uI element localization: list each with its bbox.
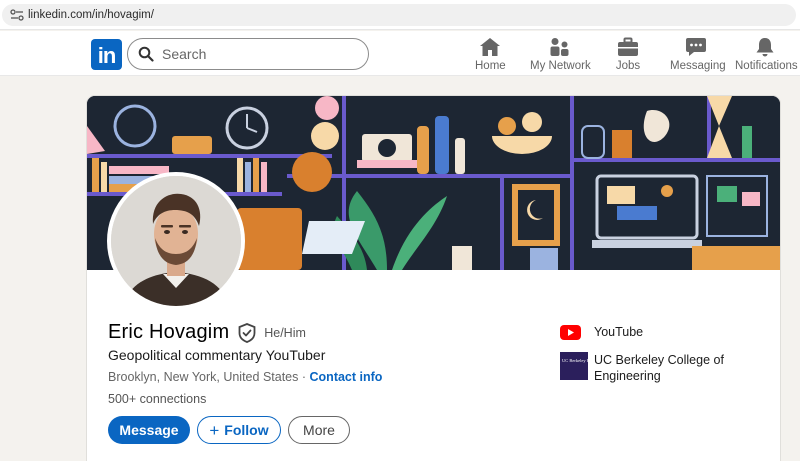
more-button[interactable]: More — [288, 416, 350, 444]
profile-photo-image — [111, 176, 241, 306]
affiliation-uc-berkeley[interactable]: UC Berkeley Engineering UC Berkeley Coll… — [560, 352, 734, 384]
nav-jobs[interactable]: Jobs — [614, 37, 642, 72]
nav-label-my-network: My Network — [530, 60, 591, 72]
nav-messaging[interactable]: Messaging — [670, 37, 726, 72]
nav-label-messaging: Messaging — [670, 60, 726, 72]
linkedin-logo[interactable]: in — [91, 39, 122, 70]
verified-shield-icon[interactable] — [238, 322, 256, 343]
browser-address-bar: linkedin.com/in/hovagim/ — [0, 0, 800, 30]
briefcase-icon — [618, 37, 638, 56]
top-nav: in Home My Network Jobs — [0, 31, 800, 76]
profile-name: Eric Hovagim — [108, 321, 230, 343]
location-separator: · — [301, 370, 307, 384]
location-row: Brooklyn, New York, United States · Cont… — [108, 370, 382, 384]
home-icon — [480, 38, 500, 56]
url-text[interactable]: linkedin.com/in/hovagim/ — [28, 8, 154, 22]
bell-icon — [756, 38, 774, 57]
nav-notifications[interactable]: Notifications — [735, 37, 798, 72]
profile-location: Brooklyn, New York, United States — [108, 370, 299, 384]
nav-label-notifications: Notifications — [735, 60, 798, 72]
profile-headline: Geopolitical commentary YouTuber — [108, 347, 326, 363]
contact-info-link[interactable]: Contact info — [310, 370, 383, 384]
nav-label-jobs: Jobs — [615, 60, 641, 72]
affiliation-youtube-label: YouTube — [594, 325, 644, 339]
network-icon — [550, 38, 569, 56]
search-icon — [138, 46, 154, 62]
plus-icon: + — [209, 420, 220, 440]
affiliation-youtube[interactable]: YouTube — [560, 322, 643, 342]
affiliation-uc-berkeley-label: UC Berkeley College of Engineering — [594, 353, 724, 383]
search-input[interactable] — [162, 45, 362, 63]
message-button[interactable]: Message — [108, 416, 190, 444]
search-box[interactable] — [127, 38, 369, 70]
chat-icon — [686, 38, 706, 56]
site-info-icon[interactable] — [10, 9, 24, 21]
profile-pronouns: He/Him — [264, 325, 306, 340]
profile-photo[interactable] — [107, 172, 245, 310]
follow-button[interactable]: + Follow — [197, 416, 281, 444]
follow-label: Follow — [224, 422, 269, 438]
name-row: Eric Hovagim He/Him — [108, 321, 306, 345]
profile-card: Eric Hovagim He/Him Geopolitical comment… — [87, 96, 780, 461]
uc-berkeley-logo: UC Berkeley Engineering — [560, 352, 588, 380]
youtube-icon — [560, 324, 581, 340]
nav-label-home: Home — [475, 60, 506, 72]
nav-home[interactable]: Home — [475, 37, 506, 72]
nav-my-network[interactable]: My Network — [530, 37, 591, 72]
url-bar[interactable]: linkedin.com/in/hovagim/ — [2, 4, 796, 26]
connections-count[interactable]: 500+ connections — [108, 392, 206, 406]
